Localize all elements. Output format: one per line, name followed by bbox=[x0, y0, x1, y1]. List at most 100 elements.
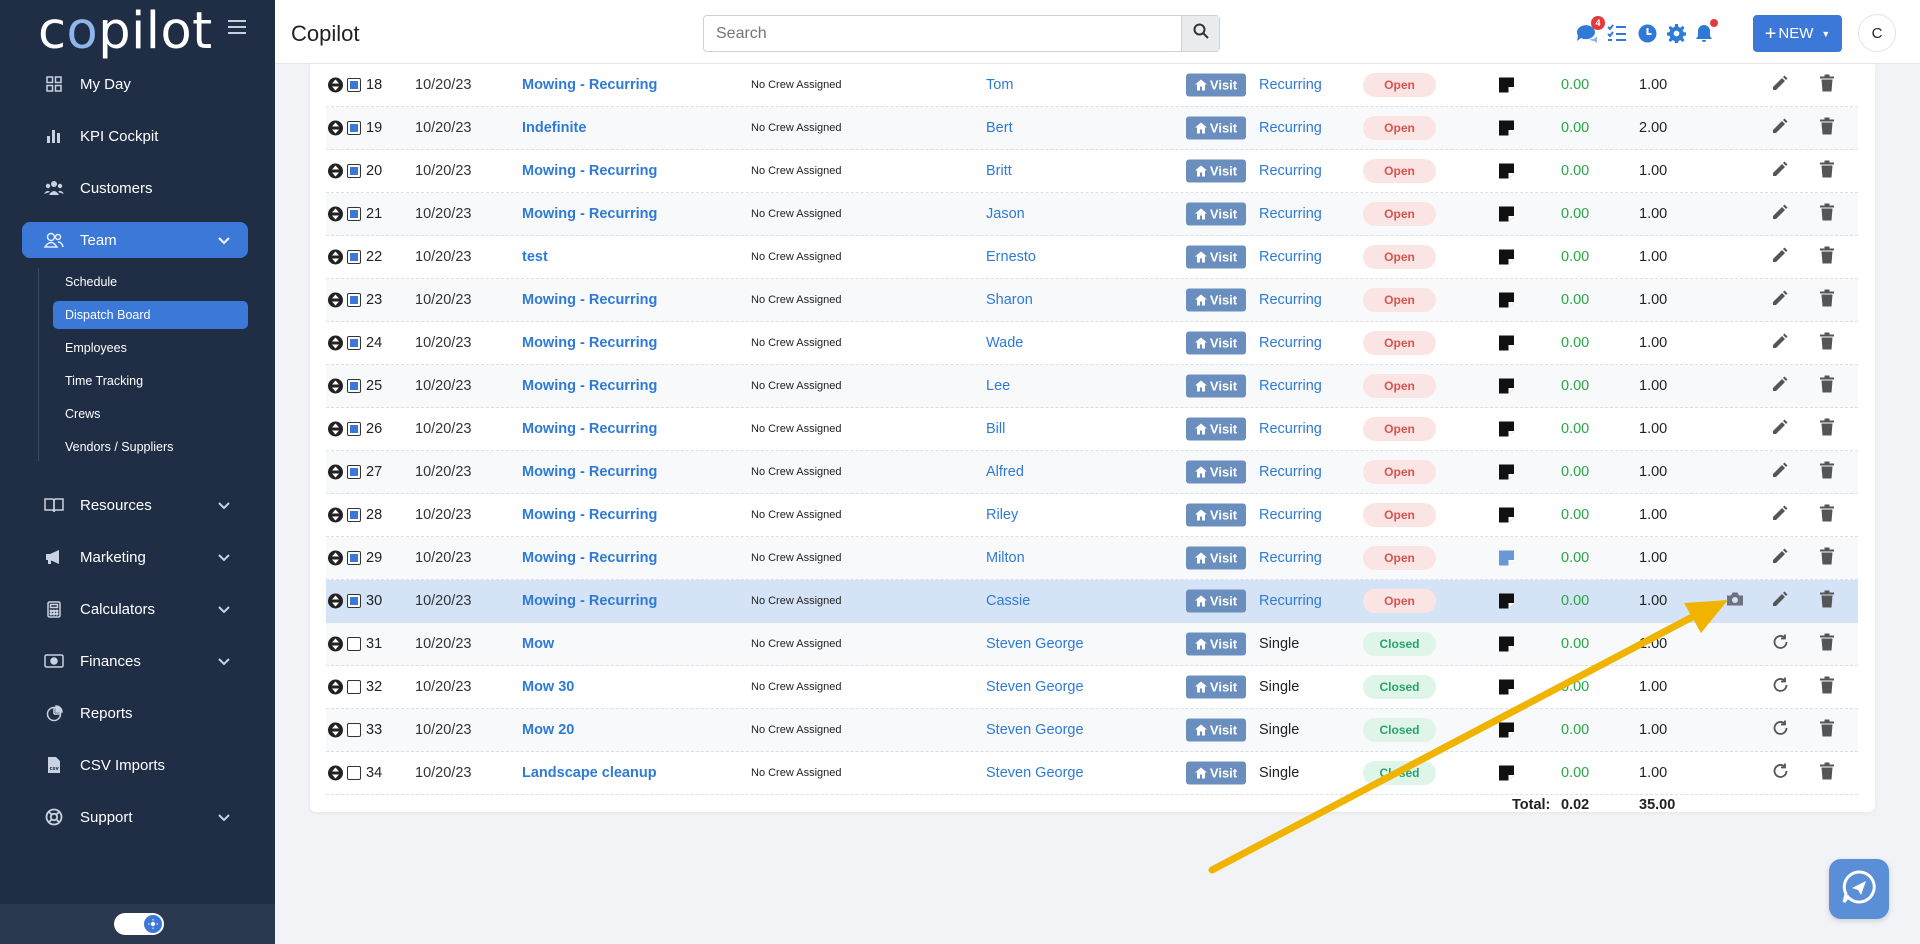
sidebar-item-customers[interactable]: Customers bbox=[22, 170, 248, 206]
delete-trash-icon[interactable] bbox=[1820, 418, 1834, 440]
note-icon[interactable] bbox=[1498, 765, 1515, 782]
drag-handle-icon[interactable] bbox=[328, 593, 343, 609]
drag-handle-icon[interactable] bbox=[328, 679, 343, 695]
reopen-refresh-icon[interactable] bbox=[1772, 763, 1789, 784]
visit-button[interactable]: Visit bbox=[1186, 288, 1246, 312]
messages-icon[interactable]: 4 bbox=[1576, 16, 1605, 44]
sidebar-item-resources[interactable]: Resources bbox=[22, 487, 248, 523]
user-avatar[interactable]: C bbox=[1858, 14, 1896, 52]
delete-trash-icon[interactable] bbox=[1820, 762, 1834, 784]
drag-handle-icon[interactable] bbox=[328, 292, 343, 308]
note-icon[interactable] bbox=[1498, 636, 1515, 653]
frequency-value[interactable]: Recurring bbox=[1259, 464, 1322, 480]
customer-link[interactable]: Bill bbox=[986, 421, 1005, 437]
visit-button[interactable]: Visit bbox=[1186, 159, 1246, 183]
sidebar-item-reports[interactable]: Reports bbox=[22, 695, 248, 731]
visit-button[interactable]: Visit bbox=[1186, 331, 1246, 355]
delete-trash-icon[interactable] bbox=[1820, 590, 1834, 612]
job-title-link[interactable]: Mow 20 bbox=[522, 722, 574, 738]
frequency-value[interactable]: Recurring bbox=[1259, 120, 1322, 136]
visit-button[interactable]: Visit bbox=[1186, 460, 1246, 484]
sidebar-item-finances[interactable]: Finances bbox=[22, 643, 248, 679]
note-icon[interactable] bbox=[1498, 77, 1515, 94]
theme-toggle[interactable] bbox=[114, 913, 164, 935]
note-icon[interactable] bbox=[1498, 378, 1515, 395]
row-checkbox[interactable] bbox=[347, 594, 361, 608]
camera-icon[interactable] bbox=[1726, 592, 1744, 611]
edit-pencil-icon[interactable] bbox=[1772, 161, 1788, 181]
edit-pencil-icon[interactable] bbox=[1772, 118, 1788, 138]
customer-link[interactable]: Cassie bbox=[986, 593, 1030, 609]
visit-button[interactable]: Visit bbox=[1186, 546, 1246, 570]
row-checkbox[interactable] bbox=[347, 551, 361, 565]
drag-handle-icon[interactable] bbox=[328, 464, 343, 480]
delete-trash-icon[interactable] bbox=[1820, 246, 1834, 268]
job-title-link[interactable]: Mowing - Recurring bbox=[522, 378, 657, 394]
note-icon[interactable] bbox=[1498, 679, 1515, 696]
drag-handle-icon[interactable] bbox=[328, 507, 343, 523]
note-icon[interactable] bbox=[1498, 550, 1515, 567]
row-checkbox[interactable] bbox=[347, 379, 361, 393]
row-checkbox[interactable] bbox=[347, 250, 361, 264]
new-button[interactable]: + NEW ▼ bbox=[1753, 15, 1842, 52]
frequency-value[interactable]: Recurring bbox=[1259, 335, 1322, 351]
delete-trash-icon[interactable] bbox=[1820, 633, 1834, 655]
job-title-link[interactable]: Mowing - Recurring bbox=[522, 507, 657, 523]
drag-handle-icon[interactable] bbox=[328, 550, 343, 566]
row-checkbox[interactable] bbox=[347, 637, 361, 651]
drag-handle-icon[interactable] bbox=[328, 421, 343, 437]
frequency-value[interactable]: Recurring bbox=[1259, 77, 1322, 93]
frequency-value[interactable]: Recurring bbox=[1259, 593, 1322, 609]
visit-button[interactable]: Visit bbox=[1186, 202, 1246, 226]
job-title-link[interactable]: Landscape cleanup bbox=[522, 765, 657, 781]
sidebar-subitem-crews[interactable]: Crews bbox=[53, 400, 248, 428]
drag-handle-icon[interactable] bbox=[328, 636, 343, 652]
note-icon[interactable] bbox=[1498, 464, 1515, 481]
note-icon[interactable] bbox=[1498, 593, 1515, 610]
customer-link[interactable]: Steven George bbox=[986, 636, 1084, 652]
drag-handle-icon[interactable] bbox=[328, 765, 343, 781]
edit-pencil-icon[interactable] bbox=[1772, 290, 1788, 310]
visit-button[interactable]: Visit bbox=[1186, 718, 1246, 742]
customer-link[interactable]: Sharon bbox=[986, 292, 1033, 308]
drag-handle-icon[interactable] bbox=[328, 249, 343, 265]
job-title-link[interactable]: Mowing - Recurring bbox=[522, 550, 657, 566]
edit-pencil-icon[interactable] bbox=[1772, 419, 1788, 439]
row-checkbox[interactable] bbox=[347, 680, 361, 694]
sidebar-item-calculators[interactable]: Calculators bbox=[22, 591, 248, 627]
delete-trash-icon[interactable] bbox=[1820, 676, 1834, 698]
job-title-link[interactable]: Mowing - Recurring bbox=[522, 292, 657, 308]
sidebar-item-marketing[interactable]: Marketing bbox=[22, 539, 248, 575]
settings-gear-icon[interactable] bbox=[1665, 22, 1687, 44]
edit-pencil-icon[interactable] bbox=[1772, 548, 1788, 568]
row-checkbox[interactable] bbox=[347, 422, 361, 436]
row-checkbox[interactable] bbox=[347, 293, 361, 307]
job-title-link[interactable]: Mowing - Recurring bbox=[522, 163, 657, 179]
visit-button[interactable]: Visit bbox=[1186, 589, 1246, 613]
drag-handle-icon[interactable] bbox=[328, 163, 343, 179]
delete-trash-icon[interactable] bbox=[1820, 74, 1834, 96]
row-checkbox[interactable] bbox=[347, 723, 361, 737]
sidebar-item-kpi-cockpit[interactable]: KPI Cockpit bbox=[22, 118, 248, 154]
job-title-link[interactable]: Indefinite bbox=[522, 120, 586, 136]
customer-link[interactable]: Riley bbox=[986, 507, 1018, 523]
collapse-sidebar-icon[interactable] bbox=[228, 20, 246, 34]
customer-link[interactable]: Ernesto bbox=[986, 249, 1036, 265]
edit-pencil-icon[interactable] bbox=[1772, 247, 1788, 267]
frequency-value[interactable]: Recurring bbox=[1259, 421, 1322, 437]
frequency-value[interactable]: Recurring bbox=[1259, 163, 1322, 179]
delete-trash-icon[interactable] bbox=[1820, 461, 1834, 483]
visit-button[interactable]: Visit bbox=[1186, 374, 1246, 398]
delete-trash-icon[interactable] bbox=[1820, 289, 1834, 311]
note-icon[interactable] bbox=[1498, 292, 1515, 309]
reopen-refresh-icon[interactable] bbox=[1772, 677, 1789, 698]
customer-link[interactable]: Jason bbox=[986, 206, 1025, 222]
sidebar-item-support[interactable]: Support bbox=[22, 799, 248, 835]
frequency-value[interactable]: Recurring bbox=[1259, 550, 1322, 566]
visit-button[interactable]: Visit bbox=[1186, 675, 1246, 699]
visit-button[interactable]: Visit bbox=[1186, 761, 1246, 785]
edit-pencil-icon[interactable] bbox=[1772, 376, 1788, 396]
edit-pencil-icon[interactable] bbox=[1772, 333, 1788, 353]
sidebar-subitem-employees[interactable]: Employees bbox=[53, 334, 248, 362]
row-checkbox[interactable] bbox=[347, 508, 361, 522]
